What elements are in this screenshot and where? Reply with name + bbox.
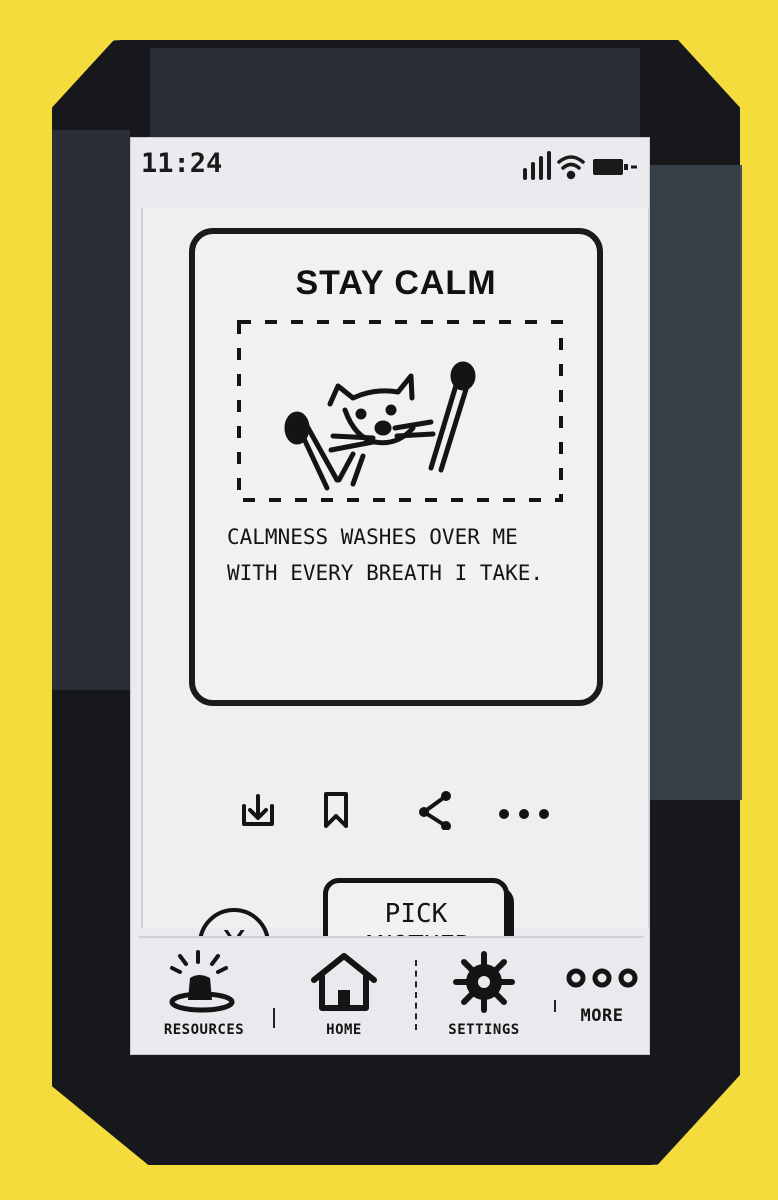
- nav-label: HOME: [326, 1022, 362, 1038]
- battery-icon: [593, 159, 637, 175]
- card-actions: [238, 790, 568, 830]
- download-icon[interactable]: [238, 790, 278, 830]
- tape-strip: [150, 48, 640, 138]
- nav-label: MORE: [580, 1006, 624, 1026]
- prototype-stage: 11:24 STAY CALM CALMNESS WASHES OVER ME …: [0, 0, 778, 1200]
- share-icon[interactable]: [416, 790, 456, 830]
- nav-label: SETTINGS: [448, 1022, 520, 1038]
- more-dots-icon: [566, 968, 638, 988]
- status-bar: 11:24: [131, 138, 649, 200]
- affirmation-card: STAY CALM CALMNESS WASHES OVER ME WITH E…: [189, 228, 603, 706]
- content-area: STAY CALM CALMNESS WASHES OVER ME WITH E…: [141, 208, 649, 982]
- tape-strip: [650, 165, 742, 800]
- nav-label: RESOURCES: [163, 1022, 245, 1038]
- nav-item-resources[interactable]: RESOURCES: [139, 938, 269, 1048]
- status-icons: [523, 151, 637, 180]
- more-dots-icon[interactable]: [496, 790, 552, 830]
- nav-divider: [273, 1008, 275, 1028]
- affirmation-text: CALMNESS WASHES OVER ME WITH EVERY BREAT…: [227, 525, 544, 585]
- card-title: STAY CALM: [295, 264, 497, 302]
- phone-screen: 11:24 STAY CALM CALMNESS WASHES OVER ME …: [130, 137, 650, 1055]
- cat-sketch-icon: [237, 320, 563, 502]
- pick-another-label-line1: PICK: [384, 899, 448, 929]
- bell-icon: [169, 950, 235, 1013]
- tape-strip: [52, 130, 130, 690]
- bookmark-icon[interactable]: [316, 790, 356, 830]
- nav-item-settings[interactable]: SETTINGS: [419, 938, 549, 1048]
- home-icon: [311, 953, 377, 1011]
- status-time: 11:24: [141, 148, 223, 179]
- nav-item-home[interactable]: HOME: [279, 938, 409, 1048]
- bottom-nav: RESOURCES HOME SETTINGS MORE: [139, 936, 644, 1048]
- gear-icon: [453, 951, 515, 1013]
- nav-divider: [554, 1000, 556, 1012]
- nav-item-more[interactable]: MORE: [557, 938, 647, 1048]
- signal-icon: [523, 151, 551, 180]
- wifi-icon: [557, 155, 585, 180]
